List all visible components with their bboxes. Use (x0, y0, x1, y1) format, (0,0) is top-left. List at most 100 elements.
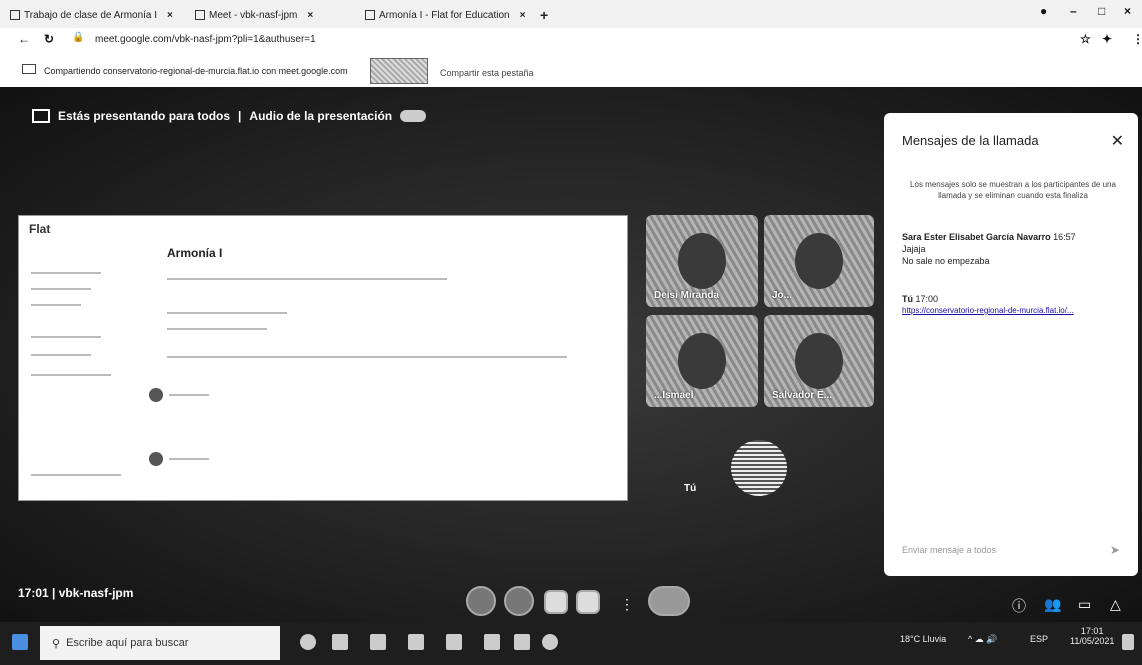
meeting-time: 17:01 (18, 586, 49, 600)
participant-video (678, 233, 726, 289)
explorer-icon[interactable] (370, 634, 386, 650)
sidebar-line (31, 336, 101, 338)
sharing-bar: Compartiendo conservatorio-regional-de-m… (0, 56, 1142, 86)
share-this-tab-link[interactable]: Compartir esta pestaña (440, 68, 534, 78)
leave-call-button[interactable] (648, 586, 690, 616)
back-icon[interactable]: ← (18, 32, 30, 46)
more-options-icon[interactable]: ⋮ (620, 596, 634, 613)
chat-panel: Mensajes de la llamada ✕ Los mensajes so… (884, 113, 1138, 576)
message-sender: Tú (902, 294, 913, 304)
flat-logo: Flat (29, 222, 51, 236)
participant-name: ...Ismael (654, 390, 694, 401)
search-placeholder: Escribe aquí para buscar (66, 637, 189, 649)
chat-message: Sara Ester Elisabet García Navarro 16:57… (902, 231, 1128, 267)
participant-video (795, 233, 843, 289)
meet-icon (195, 10, 205, 20)
self-name: Tú (684, 483, 697, 494)
avatar (149, 452, 163, 466)
profile-icon[interactable]: ● (1040, 4, 1047, 18)
close-tab-icon[interactable]: × (520, 10, 526, 21)
presentation-audio-label: Audio de la presentación (249, 109, 393, 123)
text-line (167, 312, 287, 314)
presenting-banner: Estás presentando para todos | Audio de … (32, 109, 427, 123)
reload-icon[interactable]: ↻ (44, 32, 54, 46)
notifications-icon[interactable] (1122, 634, 1134, 650)
chat-input[interactable]: Enviar mensaje a todos (902, 545, 1120, 555)
tab-bar: Trabajo de clase de Armonía I × Meet - v… (0, 0, 1142, 28)
sidebar-line (31, 288, 91, 290)
cast-icon (22, 64, 36, 74)
taskbar-search[interactable]: ⚲ Escribe aquí para buscar (40, 626, 280, 660)
tab-meet[interactable]: Meet - vbk-nasf-jpm × (195, 6, 313, 24)
cortana-icon[interactable] (300, 634, 316, 650)
present-icon (32, 109, 50, 123)
language-indicator[interactable]: ESP (1030, 634, 1048, 644)
participant-tile[interactable]: Jo... (764, 215, 874, 307)
sidebar-line (31, 374, 111, 376)
weather-widget[interactable]: 18°C Lluvia (900, 634, 946, 644)
text-line (169, 458, 209, 460)
microphone-button[interactable] (466, 586, 496, 616)
camera-button[interactable] (504, 586, 534, 616)
participant-tile[interactable]: ...Ismael (646, 315, 758, 407)
search-icon: ⚲ (52, 637, 61, 650)
participant-name: Jo... (772, 290, 793, 301)
meeting-code: vbk-nasf-jpm (58, 586, 134, 600)
participant-tile[interactable]: Deisi Miranda (646, 215, 758, 307)
sidebar-line (31, 272, 101, 274)
chrome-icon[interactable] (408, 634, 424, 650)
tray-icons[interactable]: ^ ☁ 🔊 (968, 634, 997, 645)
sidebar-line (31, 354, 91, 356)
send-icon[interactable]: ➤ (1110, 543, 1120, 557)
tab-classwork[interactable]: Trabajo de clase de Armonía I × (10, 6, 173, 24)
minimize-icon[interactable]: – (1070, 4, 1077, 18)
maximize-icon[interactable]: □ (1098, 4, 1105, 18)
task-view-icon[interactable] (332, 634, 348, 650)
close-tab-icon[interactable]: × (167, 10, 173, 21)
lock-icon[interactable]: 🔒 (72, 32, 84, 43)
close-tab-icon[interactable]: × (307, 10, 313, 21)
participant-tile[interactable]: Salvador E... (764, 315, 874, 407)
excel-icon[interactable] (514, 634, 530, 650)
whatsapp-icon[interactable] (542, 634, 558, 650)
start-icon[interactable] (12, 634, 28, 650)
stop-sharing-button[interactable] (370, 58, 428, 84)
tab-label: Trabajo de clase de Armonía I (24, 9, 158, 21)
participant-video (678, 333, 726, 389)
powerpoint-icon[interactable] (484, 634, 500, 650)
classroom-icon (10, 10, 20, 20)
menu-icon[interactable]: ⋮ (1132, 32, 1142, 46)
tab-label: Meet - vbk-nasf-jpm (209, 9, 298, 21)
tab-flat[interactable]: Armonía I - Flat for Education × (365, 6, 525, 24)
participant-name: Salvador E... (772, 390, 833, 401)
captions-button[interactable] (544, 590, 568, 614)
activities-icon[interactable]: △ (1110, 596, 1121, 613)
text-line (167, 356, 567, 358)
address-bar: ← ↻ 🔒 meet.google.com/vbk-nasf-jpm?pli=1… (0, 28, 1142, 52)
clock[interactable]: 17:01 11/05/2021 (1070, 626, 1114, 646)
participant-name: Deisi Miranda (654, 290, 720, 301)
close-icon[interactable]: ✕ (1111, 131, 1124, 151)
sidebar-line (31, 474, 121, 476)
windows-taskbar: ⚲ Escribe aquí para buscar 18°C Lluvia ^… (0, 622, 1142, 665)
meeting-details-icon[interactable]: ⓘ (1012, 596, 1026, 616)
extensions-icon[interactable]: ✦ (1102, 32, 1112, 46)
self-tile[interactable]: Tú (676, 415, 826, 510)
audio-toggle[interactable] (400, 110, 427, 122)
participant-video (795, 333, 843, 389)
chat-title: Mensajes de la llamada (902, 133, 1039, 148)
shared-window: Flat Armonía I (18, 215, 628, 501)
bookmark-star-icon[interactable]: ☆ (1080, 32, 1091, 46)
message-link[interactable]: https://conservatorio-regional-de-murcia… (902, 305, 1128, 317)
close-window-icon[interactable]: × (1124, 4, 1131, 18)
chat-icon[interactable]: ▭ (1078, 596, 1091, 613)
word-icon[interactable] (446, 634, 462, 650)
meet-control-bar: 17:01 | vbk-nasf-jpm (0, 584, 1142, 622)
shared-page-title: Armonía I (167, 246, 223, 260)
new-tab-button[interactable]: + (540, 6, 548, 24)
url-field[interactable]: meet.google.com/vbk-nasf-jpm?pli=1&authu… (95, 34, 316, 45)
message-line: No sale no empezaba (902, 256, 990, 266)
present-button[interactable] (576, 590, 600, 614)
people-icon[interactable]: 👥 (1044, 596, 1061, 613)
self-avatar (731, 440, 787, 496)
